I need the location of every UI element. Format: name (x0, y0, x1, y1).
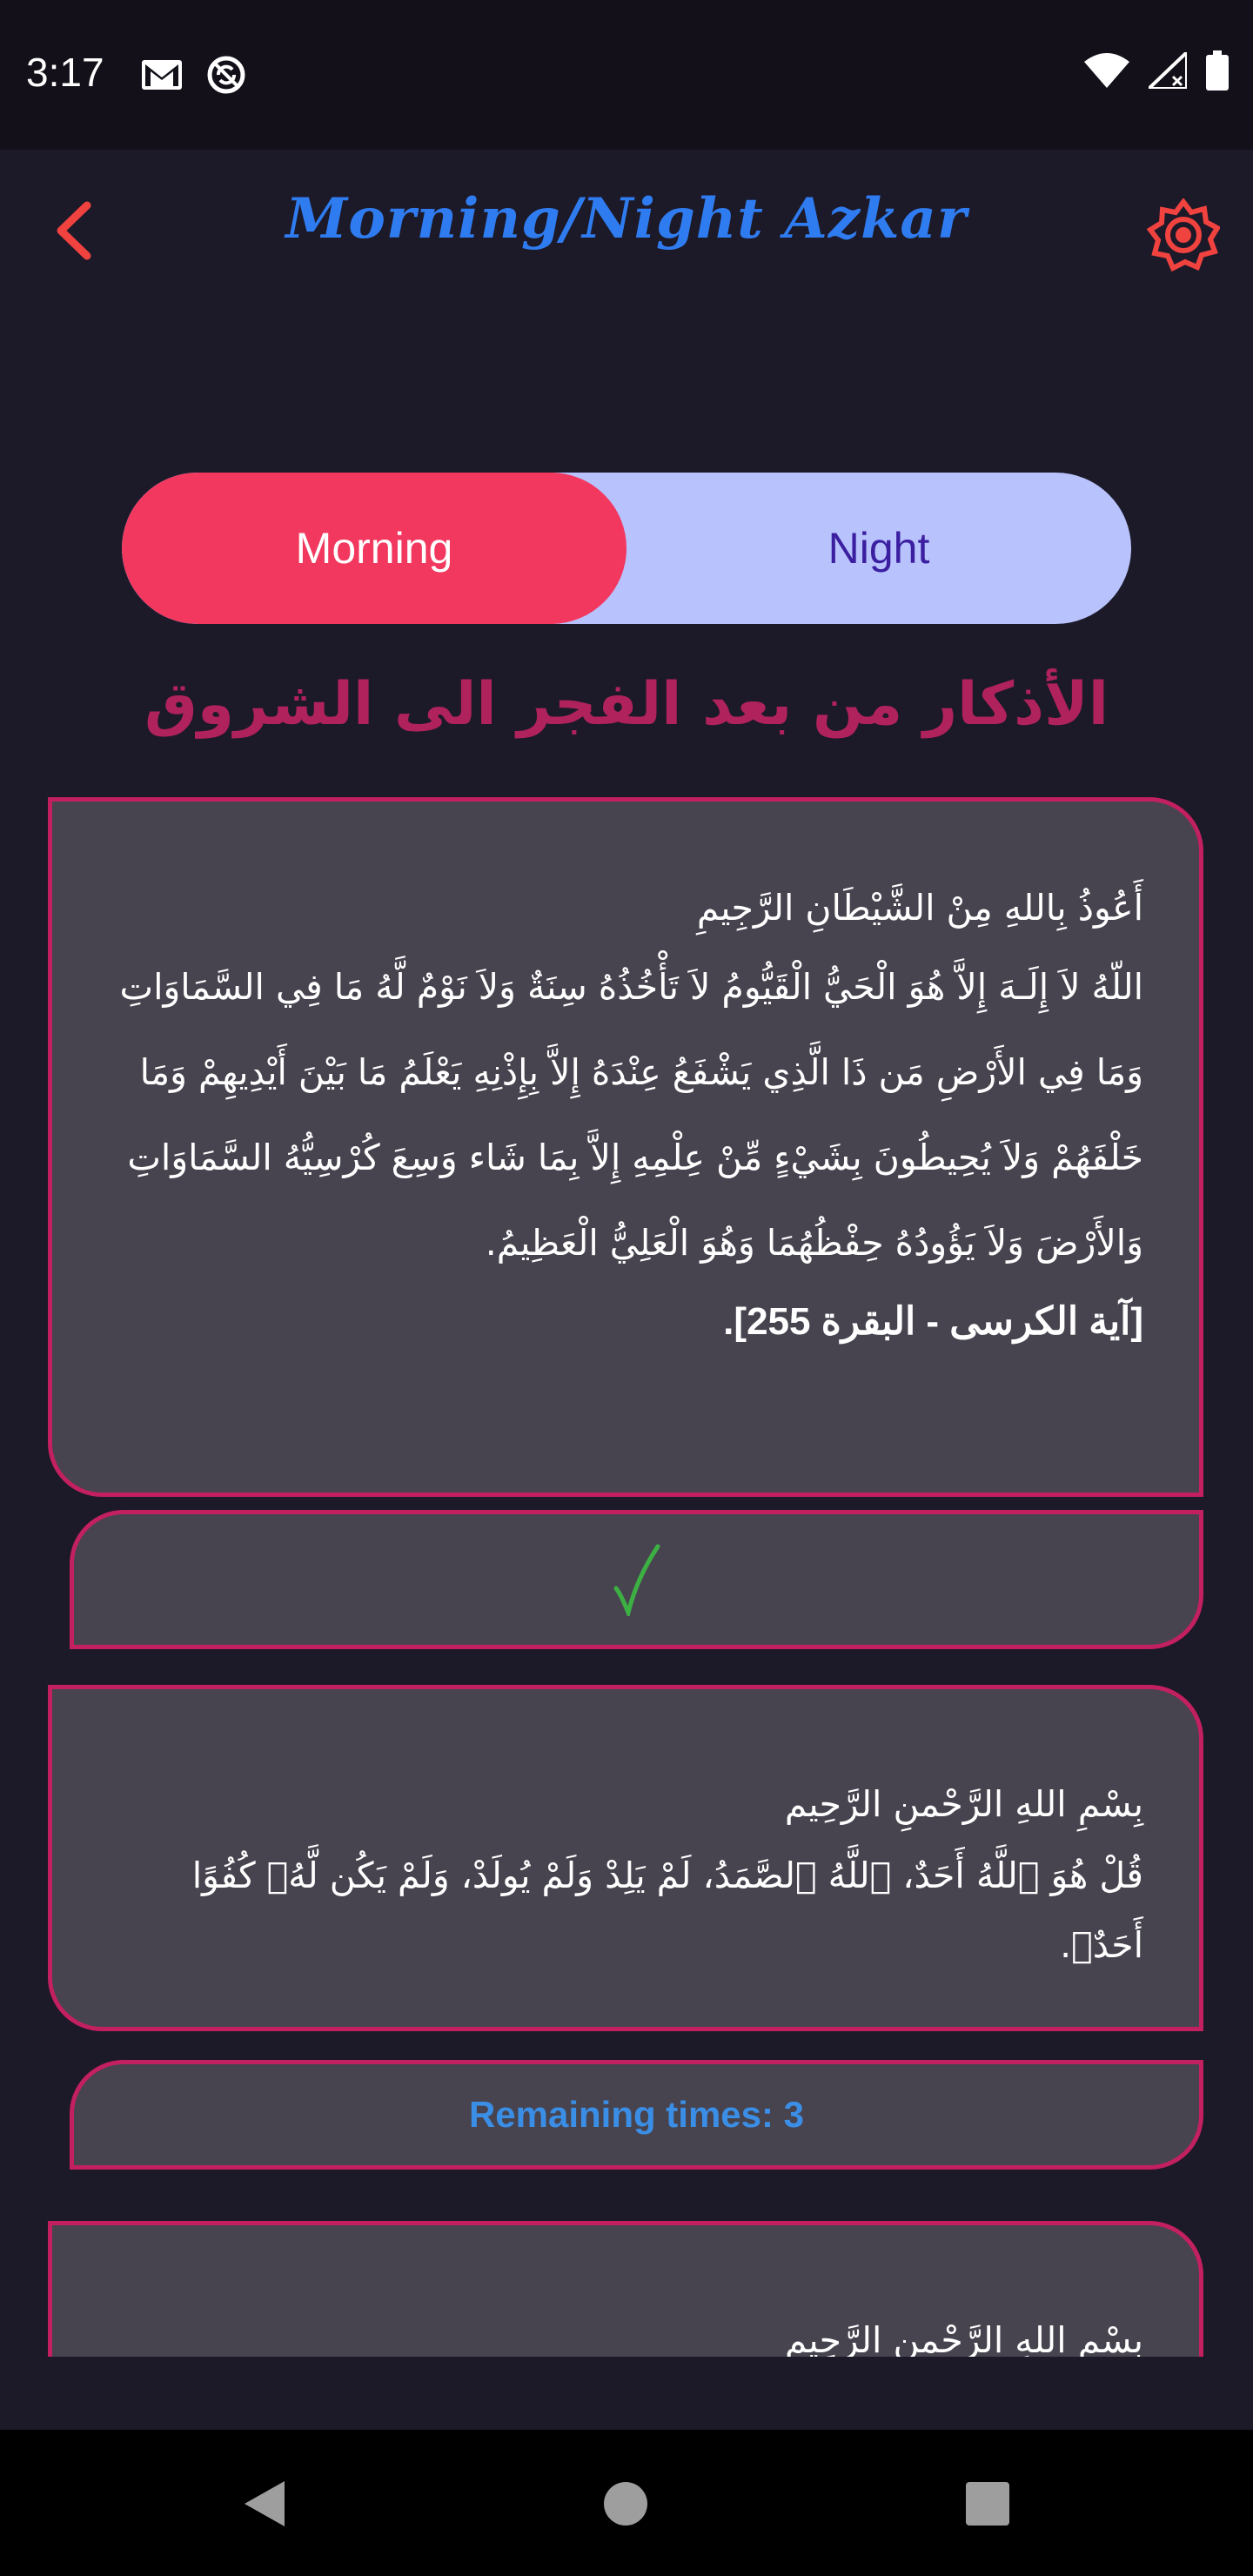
gmail-icon (141, 59, 183, 94)
morning-night-toggle: Morning Night (122, 473, 1131, 624)
app-title: Morning/Night Azkar (285, 186, 968, 252)
counter-button[interactable]: Remaining times: 3 (70, 2060, 1203, 2170)
status-time: 3:17 (26, 50, 104, 95)
zikr-card: أَعُوذُ بِاللهِ مِنْ الشَّيْطَانِ الرَّج… (48, 797, 1203, 1497)
check-icon (613, 1543, 661, 1616)
counter-button[interactable] (70, 1510, 1203, 1649)
signal-icon (1144, 48, 1189, 92)
section-heading: الأذكار من بعد الفجر الى الشروق (144, 670, 1109, 739)
recents-square-icon (964, 2480, 1011, 2531)
nav-home-button[interactable] (595, 2475, 656, 2536)
zikr-reference: [آية الكرسى - البقرة 255]. (723, 1300, 1143, 1343)
azkar-list[interactable]: أَعُوذُ بِاللهِ مِنْ الشَّيْطَانِ الرَّج… (0, 783, 1253, 2357)
sync-icon (205, 54, 247, 99)
remaining-times-label: Remaining times: 3 (468, 2094, 805, 2135)
home-circle-icon (601, 2479, 650, 2532)
gear-icon (1146, 198, 1222, 275)
zikr-opening: أَعُوذُ بِاللهِ مِنْ الشَّيْطَانِ الرَّج… (696, 887, 1143, 929)
zikr-opening: بِسْمِ اللهِ الرَّحْمنِ الرَّحِيم (784, 2319, 1143, 2357)
nav-back-button[interactable] (233, 2475, 294, 2536)
zikr-body: اللّهُ لاَ إِلَـهَ إِلاَّ هُوَ الْحَيُّ … (119, 966, 1144, 1264)
tab-morning[interactable]: Morning (122, 473, 626, 624)
nav-recents-button[interactable] (957, 2475, 1018, 2536)
zikr-opening: بِسْمِ اللهِ الرَّحْمنِ الرَّحِيم (784, 1783, 1143, 1825)
battery-icon (1206, 50, 1229, 94)
system-nav-bar (0, 2430, 1253, 2576)
zikr-card: بِسْمِ اللهِ الرَّحْمنِ الرَّحِيم (48, 2221, 1203, 2357)
zikr-body: قُلْ هُوَ ٱللَّهُ أَحَدٌ، ٱللَّهُ ٱلصَّم… (191, 1855, 1143, 1966)
app-bar: Morning/Night Azkar (0, 150, 1253, 315)
back-triangle-icon (239, 2478, 288, 2533)
tab-night[interactable]: Night (626, 473, 1131, 624)
zikr-card: بِسْمِ اللهِ الرَّحْمنِ الرَّحِيم قُلْ ه… (48, 1685, 1203, 2031)
settings-button[interactable] (1146, 198, 1222, 275)
wifi-icon (1084, 53, 1129, 91)
status-bar: 3:17 (0, 0, 1253, 150)
